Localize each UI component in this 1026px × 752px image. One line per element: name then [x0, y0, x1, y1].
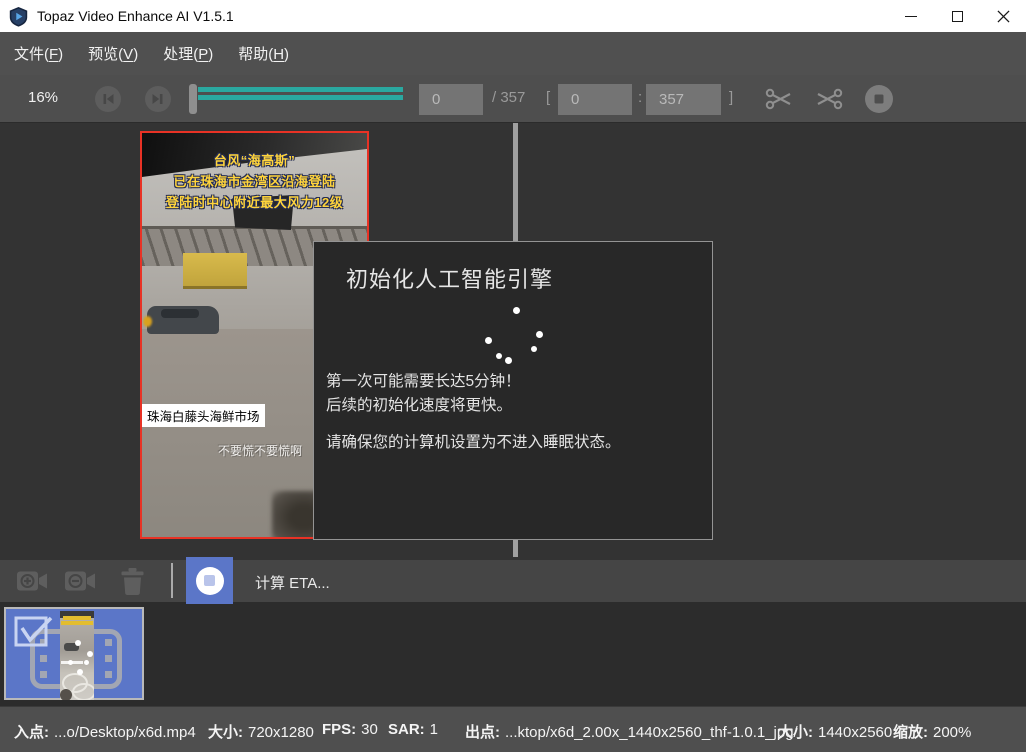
timeline-track-bottom[interactable] — [198, 95, 403, 100]
app-window: Topaz Video Enhance AI V1.5.1 文件(F) 预览(V… — [0, 0, 1026, 752]
video-hazard-light — [143, 316, 152, 327]
menu-file-mnemonic: F — [49, 46, 58, 63]
menu-process-label: 处理( — [163, 46, 198, 63]
video-caption: 不要慌不要慌啊 — [218, 442, 302, 459]
cut-end-scissors-icon[interactable] — [814, 85, 844, 113]
skip-forward-button[interactable] — [145, 86, 171, 112]
video-title-overlay: 台风“海高斯” 已在珠海市金湾区沿海登陆 登陆时中心附近最大风力12级 — [142, 150, 367, 213]
menu-preview[interactable]: 预览(V) — [77, 37, 149, 70]
status-scale: 缩放:200% — [893, 721, 971, 742]
delete-clip-trash-icon[interactable] — [119, 567, 146, 596]
clip-list — [0, 602, 1026, 706]
status-output-size: 大小:1440x2560 — [778, 721, 892, 742]
dialog-title: 初始化人工智能引擎 — [346, 262, 553, 294]
cut-start-scissors-icon[interactable] — [764, 85, 794, 113]
processing-actionbar: 计算 ETA... — [0, 560, 1026, 602]
dialog-body: 第一次可能需要长达5分钟！ 后续的初始化速度将更快。 请确保您的计算机设置为不进… — [326, 370, 621, 455]
stop-processing-button[interactable] — [186, 557, 233, 604]
menu-help-mnemonic: H — [273, 46, 284, 63]
close-button[interactable] — [980, 0, 1026, 32]
skip-back-button[interactable] — [95, 86, 121, 112]
trim-start-input[interactable] — [558, 84, 632, 115]
window-title: Topaz Video Enhance AI V1.5.1 — [37, 8, 234, 24]
stop-processing-icon — [196, 567, 224, 595]
actionbar-divider — [171, 563, 173, 598]
playback-toolbar: 16% / 357 [ : ] — [0, 75, 1026, 123]
menu-help[interactable]: 帮助(H) — [227, 37, 300, 70]
clip-checkbox-checked[interactable] — [14, 615, 54, 649]
status-output-path: 出点:...ktop/x6d_2.00x_1440x2560_thf-1.0.1… — [465, 721, 798, 742]
close-icon — [997, 10, 1010, 23]
eta-status: 计算 ETA... — [255, 572, 330, 593]
status-sar: SAR:1 — [388, 721, 438, 738]
titlebar: Topaz Video Enhance AI V1.5.1 — [0, 0, 1026, 32]
timeline-slider-handle[interactable] — [189, 84, 197, 114]
video-location-label: 珠海白藤头海鲜市场 — [142, 404, 265, 427]
status-fps: FPS:30 — [322, 721, 378, 738]
app-logo-icon — [9, 6, 28, 27]
minimize-button[interactable] — [888, 0, 934, 32]
status-input-path: 入点:...o/Desktop/x6d.mp4 — [14, 721, 196, 742]
trim-close-bracket: ] — [729, 89, 733, 106]
preview-area: 台风“海高斯” 已在珠海市金湾区沿海登陆 登陆时中心附近最大风力12级 珠海白藤… — [0, 123, 1026, 560]
menu-preview-mnemonic: V — [123, 46, 133, 63]
stop-playback-icon[interactable] — [864, 84, 894, 114]
trim-separator: : — [638, 89, 642, 106]
maximize-icon — [952, 11, 963, 22]
clip-thumbnail-selected[interactable] — [4, 607, 144, 700]
dialog-line-2: 后续的初始化速度将更快。 — [326, 394, 621, 418]
video-submerged-car — [147, 306, 219, 334]
total-frames-label: / 357 — [492, 89, 525, 106]
status-input-size: 大小:720x1280 — [208, 721, 314, 742]
trim-end-input[interactable] — [646, 84, 721, 115]
remove-clip-camera-minus-icon[interactable] — [64, 569, 98, 593]
maximize-button[interactable] — [934, 0, 980, 32]
window-controls — [888, 0, 1026, 32]
timeline-track-top[interactable] — [198, 87, 403, 92]
init-engine-dialog: 初始化人工智能引擎 第一次可能需要长达5分钟！ 后续的初始化速度将更快。 请确保… — [313, 241, 713, 540]
menu-file-label: 文件( — [14, 46, 49, 63]
add-clip-camera-plus-icon[interactable] — [16, 569, 50, 593]
menubar: 文件(F) 预览(V) 处理(P) 帮助(H) — [0, 32, 1026, 75]
menu-process-mnemonic: P — [198, 46, 208, 63]
statusbar: 入点:...o/Desktop/x6d.mp4 大小:720x1280 FPS:… — [0, 706, 1026, 752]
menu-help-label: 帮助( — [238, 46, 273, 63]
menu-preview-label: 预览( — [88, 46, 123, 63]
menu-file[interactable]: 文件(F) — [3, 37, 74, 70]
dialog-line-1: 第一次可能需要长达5分钟！ — [326, 370, 621, 394]
video-yellow-billboard — [183, 253, 247, 289]
minimize-icon — [905, 16, 917, 17]
dialog-line-3: 请确保您的计算机设置为不进入睡眠状态。 — [326, 431, 621, 455]
current-frame-input[interactable] — [419, 84, 483, 115]
menu-process[interactable]: 处理(P) — [152, 37, 224, 70]
trim-open-bracket: [ — [546, 89, 550, 106]
zoom-level: 16% — [28, 89, 58, 106]
